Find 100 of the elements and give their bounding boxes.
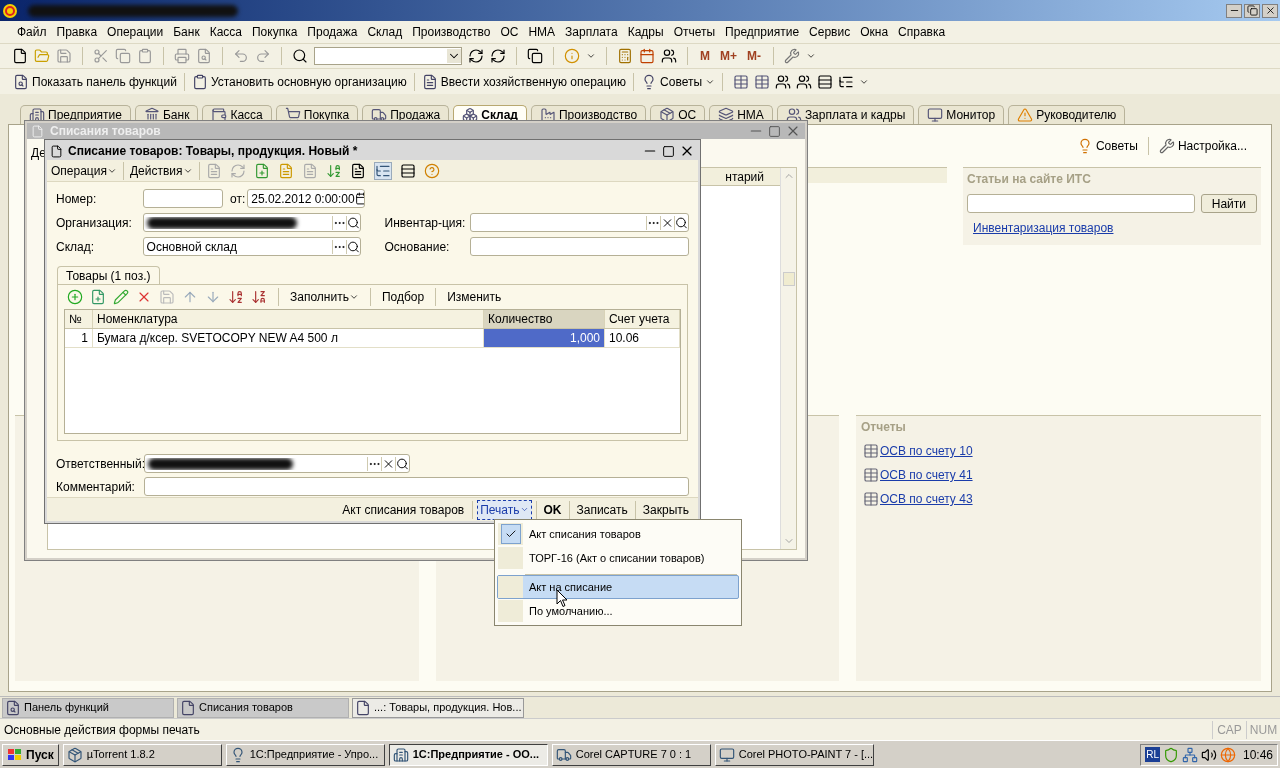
- print-preview-icon[interactable]: [196, 48, 212, 64]
- task-button[interactable]: 1С:Предприятие - ОО...: [388, 743, 548, 766]
- journal-icon[interactable]: [349, 162, 366, 179]
- document-icon[interactable]: [205, 162, 222, 179]
- shield-icon[interactable]: [1162, 746, 1179, 763]
- cut-icon[interactable]: [93, 48, 109, 64]
- print-button[interactable]: Печать: [477, 499, 532, 520]
- menu-item[interactable]: Покупка: [247, 23, 303, 41]
- network-icon[interactable]: [1181, 746, 1198, 763]
- sort-ascending-icon[interactable]: [228, 289, 244, 305]
- window-tab[interactable]: Списания товаров: [177, 697, 349, 718]
- save-button[interactable]: Записать: [573, 500, 631, 519]
- section-tab[interactable]: Монитор: [918, 105, 1005, 124]
- menu-item[interactable]: Акт на списание: [497, 575, 739, 599]
- menu-item[interactable]: Сервис: [804, 23, 856, 41]
- menu-item[interactable]: Кадры: [622, 23, 669, 41]
- report-link[interactable]: ОСВ по счету 43: [880, 490, 973, 508]
- menu-button[interactable]: Операция: [49, 161, 119, 180]
- memory-button[interactable]: M-: [745, 47, 763, 65]
- task-button[interactable]: µTorrent 1.8.2: [62, 743, 222, 766]
- menu-item[interactable]: Правка: [51, 23, 103, 41]
- language-indicator[interactable]: RL: [1145, 747, 1160, 762]
- close-icon[interactable]: [1264, 5, 1276, 16]
- menu-item[interactable]: Отчеты: [668, 23, 721, 41]
- command-button[interactable]: Установить основную организацию: [188, 72, 410, 91]
- menu-item[interactable]: Акт списания товаров: [497, 522, 739, 546]
- comment-field[interactable]: [143, 477, 689, 496]
- people-report-icon[interactable]: [775, 73, 792, 90]
- input-field[interactable]: [142, 213, 361, 232]
- table-button[interactable]: Изменить: [447, 288, 502, 306]
- sort-descending-icon[interactable]: [251, 289, 267, 305]
- section-tab[interactable]: Зарплата и кадры: [776, 105, 915, 124]
- refresh-icon[interactable]: [229, 162, 246, 179]
- search-icon[interactable]: [345, 215, 360, 230]
- memory-button[interactable]: M: [698, 47, 712, 65]
- input-field[interactable]: [470, 213, 689, 232]
- wrench-icon[interactable]: [784, 48, 800, 64]
- input-field[interactable]: [144, 454, 410, 473]
- menu-item[interactable]: Предприятие: [720, 23, 805, 41]
- report-icon[interactable]: [754, 73, 771, 90]
- menu-item[interactable]: Операции: [102, 23, 169, 41]
- tab[interactable]: Товары (1 поз.): [57, 266, 160, 284]
- speaker-icon[interactable]: [1200, 746, 1217, 763]
- add-icon[interactable]: [67, 289, 83, 305]
- menu-item[interactable]: По умолчанию...: [497, 599, 739, 623]
- ellipsis-icon[interactable]: [331, 239, 346, 254]
- window-tab[interactable]: ...: Товары, продукция. Нов...: [352, 697, 524, 718]
- table-button[interactable]: Заполнить: [290, 288, 359, 306]
- undo-icon[interactable]: [233, 48, 249, 64]
- table-button[interactable]: Подбор: [381, 288, 425, 306]
- menu-item[interactable]: Продажа: [302, 23, 363, 41]
- column-header[interactable]: Счет учета: [605, 310, 680, 328]
- redo-icon[interactable]: [255, 48, 271, 64]
- restore-icon[interactable]: [1246, 5, 1258, 16]
- settings-link[interactable]: Настройка...: [1158, 137, 1247, 155]
- list-icon[interactable]: [817, 73, 834, 90]
- copy-document-icon[interactable]: [253, 162, 270, 179]
- input-field[interactable]: 25.02.2012 0:00:00: [247, 189, 366, 208]
- number-field[interactable]: [143, 189, 223, 208]
- ellipsis-icon[interactable]: [367, 456, 381, 471]
- menu-item[interactable]: Справка: [893, 23, 951, 41]
- task-button[interactable]: Corel PHOTO-PAINT 7 - [...: [714, 743, 874, 766]
- menu-item[interactable]: Окна: [855, 23, 894, 41]
- window-tab[interactable]: Панель функций: [2, 697, 174, 718]
- column-header[interactable]: №: [65, 310, 93, 328]
- report-link[interactable]: ОСВ по счету 10: [880, 442, 973, 460]
- search-icon[interactable]: [674, 215, 688, 230]
- search-icon[interactable]: [395, 456, 409, 471]
- move-down-icon[interactable]: [205, 289, 221, 305]
- save-icon[interactable]: [56, 48, 72, 64]
- ok-button[interactable]: OK: [540, 500, 565, 519]
- basis-field[interactable]: [470, 237, 689, 256]
- scroll-thumb[interactable]: [782, 271, 795, 286]
- menu-item[interactable]: Производство: [407, 23, 496, 41]
- copy-row-icon[interactable]: [90, 289, 106, 305]
- menu-button[interactable]: Действия: [127, 161, 195, 180]
- menu-item[interactable]: Зарплата: [560, 23, 623, 41]
- calendar-icon[interactable]: [354, 192, 365, 205]
- copy-icon[interactable]: [115, 48, 131, 64]
- people-icon[interactable]: [661, 48, 677, 64]
- menu-item[interactable]: Склад: [362, 23, 408, 41]
- command-button[interactable]: Ввести хозяйственную операцию: [418, 72, 630, 91]
- ellipsis-icon[interactable]: [646, 215, 660, 230]
- print-icon[interactable]: [174, 48, 190, 64]
- tips-link[interactable]: Советы: [1076, 137, 1138, 155]
- search-field[interactable]: [967, 194, 1195, 213]
- maximize-icon[interactable]: [662, 144, 675, 158]
- paste-icon[interactable]: [137, 48, 153, 64]
- search-icon[interactable]: [292, 48, 308, 64]
- find-button[interactable]: Найти: [1200, 194, 1257, 213]
- rows-icon[interactable]: [399, 162, 416, 179]
- close-button[interactable]: Закрыть: [639, 500, 692, 519]
- scrollbar[interactable]: [780, 168, 796, 549]
- clear-icon[interactable]: [660, 215, 674, 230]
- dropdown-caret-icon[interactable]: [447, 49, 461, 63]
- search-combo-field[interactable]: [314, 47, 462, 65]
- column-header[interactable]: Количество: [484, 310, 605, 328]
- move-up-icon[interactable]: [182, 289, 198, 305]
- command-button[interactable]: Советы: [638, 72, 719, 91]
- info-icon[interactable]: [564, 48, 580, 64]
